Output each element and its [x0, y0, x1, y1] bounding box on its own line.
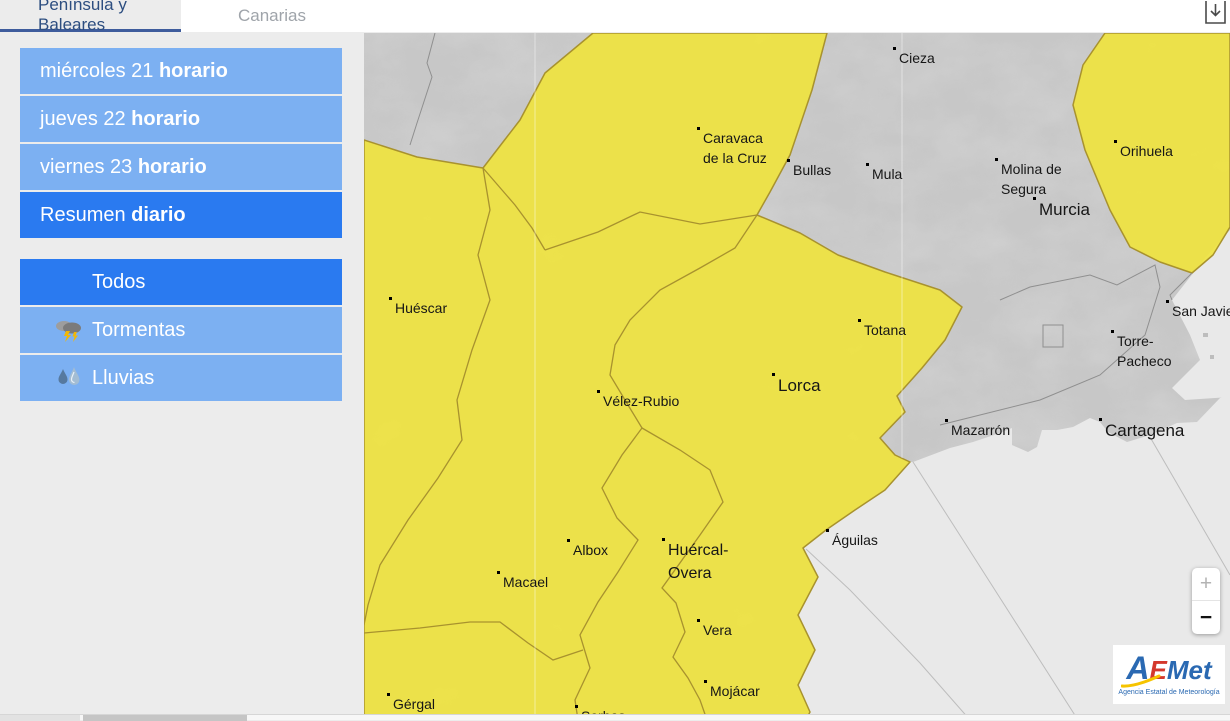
tab-bar: Península y Baleares Canarias: [0, 0, 1230, 32]
city-dot: [387, 693, 390, 696]
city-dot: [945, 419, 948, 422]
city-dot: [787, 159, 790, 162]
city-label: Vélez-Rubio: [603, 391, 679, 411]
logo-letters-met: Met: [1167, 655, 1212, 685]
city-dot: [1099, 418, 1102, 421]
city-dot: [697, 619, 700, 622]
horizontal-scrollbar[interactable]: [0, 714, 1230, 720]
city-label: Mazarrón: [951, 420, 1010, 440]
city-label: Albox: [573, 540, 608, 560]
city-label: Macael: [503, 572, 548, 592]
rain-icon: [54, 366, 84, 390]
filter-button-tormentas[interactable]: Tormentas: [20, 307, 342, 353]
city-label: Murcia: [1039, 198, 1090, 223]
city-dot: [1111, 330, 1114, 333]
city-label: Gérgal: [393, 694, 435, 714]
city-dot: [772, 373, 775, 376]
city-dot: [1166, 300, 1169, 303]
tab-canarias[interactable]: Canarias: [181, 0, 363, 32]
aemet-logo: AEMet Agencia Estatal de Meteorología: [1113, 645, 1225, 704]
city-label: San Javier: [1172, 301, 1230, 321]
day-button-miercoles-21[interactable]: miércoles 21 horario: [20, 48, 342, 94]
city-label: Lorca: [778, 374, 821, 399]
city-dot: [1114, 140, 1117, 143]
sidebar: miércoles 21 horario jueves 22 horario v…: [0, 32, 364, 714]
warning-map[interactable]: Cieza Caravacade la Cruz Bullas Mula Molina …: [364, 33, 1230, 720]
zoom-in-button[interactable]: +: [1192, 568, 1220, 601]
city-dot: [567, 539, 570, 542]
city-label: Huércal-Overa: [668, 539, 728, 585]
logo-caption: Agencia Estatal de Meteorología: [1113, 689, 1225, 696]
scrollbar-thumb[interactable]: [83, 715, 247, 721]
city-label: Mojácar: [710, 681, 760, 701]
download-icon[interactable]: [1204, 1, 1227, 25]
city-dot: [575, 705, 578, 708]
filter-button-todos[interactable]: Todos: [20, 259, 342, 305]
city-dot: [662, 538, 665, 541]
zoom-out-button[interactable]: −: [1192, 601, 1220, 634]
city-dot: [597, 390, 600, 393]
day-button-resumen-diario[interactable]: Resumen diario: [20, 192, 342, 238]
city-dot: [866, 163, 869, 166]
city-label: Caravacade la Cruz: [703, 128, 767, 169]
city-label: Totana: [864, 320, 906, 340]
city-dot: [704, 680, 707, 683]
city-dot: [1033, 197, 1036, 200]
city-dot: [893, 47, 896, 50]
city-dot: [858, 319, 861, 322]
city-label: Vera: [703, 620, 732, 640]
city-dot: [389, 297, 392, 300]
map-zoom-control: + −: [1192, 568, 1220, 634]
city-dot: [497, 571, 500, 574]
city-label: Huéscar: [395, 298, 447, 318]
map-island: [1210, 355, 1214, 359]
city-label: Águilas: [832, 530, 878, 550]
city-label: Molina deSegura: [1001, 159, 1062, 200]
city-label: Orihuela: [1120, 141, 1173, 161]
logo-swoosh: [1121, 674, 1161, 688]
city-dot: [995, 158, 998, 161]
city-label: Cartagena: [1105, 419, 1184, 444]
day-button-viernes-23[interactable]: viernes 23 horario: [20, 144, 342, 190]
city-dot: [697, 127, 700, 130]
map-island: [1203, 333, 1208, 337]
city-dot: [826, 529, 829, 532]
tab-peninsula-baleares[interactable]: Península y Baleares: [0, 0, 181, 32]
city-label: Cieza: [899, 48, 935, 68]
storm-icon: [54, 318, 84, 342]
day-button-jueves-22[interactable]: jueves 22 horario: [20, 96, 342, 142]
filter-button-lluvias[interactable]: Lluvias: [20, 355, 342, 401]
city-label: Mula: [872, 164, 902, 184]
city-label: Bullas: [793, 160, 831, 180]
city-label: Torre-Pacheco: [1117, 331, 1171, 372]
